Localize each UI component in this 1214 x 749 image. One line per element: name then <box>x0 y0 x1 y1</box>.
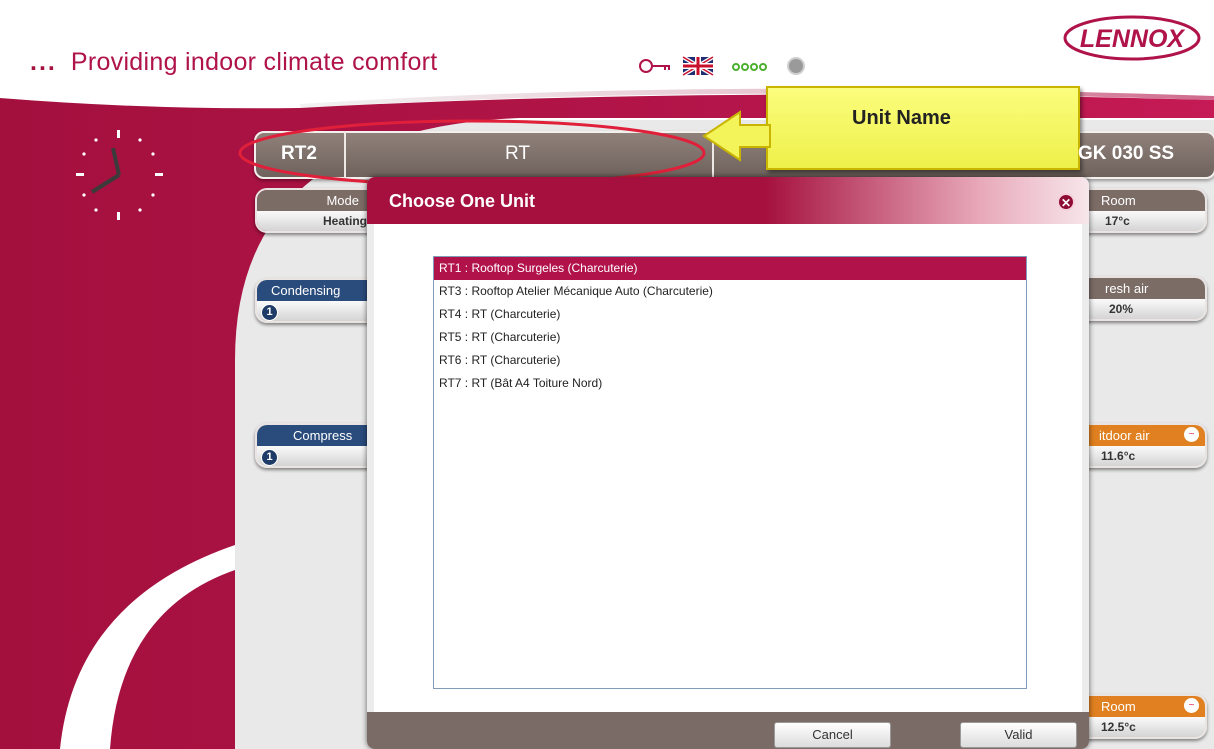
unit-model: GK 030 SS <box>1078 143 1175 164</box>
unit-list-item[interactable]: RT7 : RT (Bât A4 Toiture Nord) <box>434 372 1026 395</box>
outdoor-air-label: itdoor air <box>1099 428 1150 443</box>
compressor-badge: 1 <box>261 449 278 466</box>
tagline-text: Providing indoor climate comfort <box>70 48 438 76</box>
callout-label: Unit Name <box>852 107 951 129</box>
status-led-icon <box>787 57 805 75</box>
tagline-dots: ... <box>30 48 57 76</box>
cancel-button[interactable]: Cancel <box>774 722 891 748</box>
key-icon[interactable] <box>639 59 670 73</box>
unit-list-item[interactable]: RT6 : RT (Charcuterie) <box>434 349 1026 372</box>
close-icon[interactable]: ✕ <box>1057 193 1075 211</box>
dialog-body: RT1 : Rooftop Surgeles (Charcuterie) RT3 … <box>374 224 1082 712</box>
tagline: ... Providing indoor climate comfort <box>30 48 438 77</box>
unit-list-item[interactable]: RT5 : RT (Charcuterie) <box>434 326 1026 349</box>
lennox-logo: LENNOX <box>1063 15 1201 61</box>
unit-list-item[interactable]: RT3 : Rooftop Atelier Mécanique Auto (Ch… <box>434 280 1026 303</box>
room2-label: Room <box>1101 699 1136 714</box>
unit-list-item[interactable]: RT4 : RT (Charcuterie) <box>434 303 1026 326</box>
wave-icon[interactable]: ~ <box>1184 698 1199 713</box>
condensing-badge: 1 <box>261 304 278 321</box>
unit-listbox[interactable]: RT1 : Rooftop Surgeles (Charcuterie) RT3 … <box>433 256 1027 689</box>
connection-dots-icon <box>732 63 767 71</box>
uk-flag-icon[interactable] <box>681 55 715 77</box>
choose-unit-dialog: Choose One Unit ✕ RT1 : Rooftop Surgeles… <box>367 177 1089 749</box>
wave-icon[interactable]: ~ <box>1184 427 1199 442</box>
status-icons <box>639 55 805 77</box>
arrow-icon <box>702 110 771 162</box>
dialog-title: Choose One Unit <box>389 191 536 211</box>
valid-button[interactable]: Valid <box>960 722 1077 748</box>
dialog-titlebar[interactable]: Choose One Unit ✕ <box>367 177 1089 224</box>
logo-text: LENNOX <box>1080 25 1186 53</box>
unit-list-item[interactable]: RT1 : Rooftop Surgeles (Charcuterie) <box>434 257 1026 280</box>
